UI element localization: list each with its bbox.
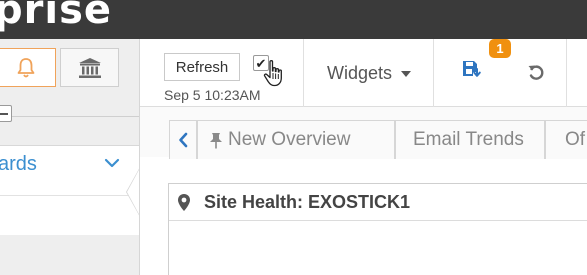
institution-button[interactable] [60,48,119,87]
sidebar-divider [0,145,139,146]
chevron-down-icon[interactable] [104,158,120,168]
sidebar-bottom [0,235,139,275]
widgets-dropdown-button[interactable]: Widgets [327,63,412,84]
sidebar: ards [0,39,139,275]
caret-down-icon [401,70,412,77]
save-all-icon[interactable] [462,60,482,80]
site-health-widget: Site Health: EXOSTICK1 [168,183,587,275]
tab-label: New Overview [228,129,351,150]
widgets-label: Widgets [327,63,393,83]
tab-other[interactable]: Of [545,120,587,159]
tab-new-overview[interactable]: New Overview [197,120,395,159]
widget-title: Site Health: EXOSTICK1 [204,191,411,212]
dashboard-tabs: New Overview Email Trends Of [140,107,587,159]
toolbar: Refresh ✔ Sep 5 10:23AM Widgets 1 [140,39,587,107]
toolbar-divider [303,39,304,107]
unsaved-count-badge: 1 [489,39,511,58]
sidebar-slider-track [0,116,139,117]
bell-icon [17,57,35,77]
notifications-button[interactable] [0,48,56,87]
bank-icon [78,57,101,78]
chevron-left-icon [179,132,188,148]
hand-cursor-icon [263,60,282,87]
tab-email-trends[interactable]: Email Trends [395,120,545,159]
brand-logo-text: prise [0,0,113,33]
refresh-button[interactable]: Refresh [164,53,240,81]
sidebar-divider [0,195,139,196]
tab-scroll-left-button[interactable] [169,120,197,159]
undo-icon[interactable] [527,63,545,81]
tab-label: Of [565,129,586,150]
top-bar: prise [0,0,587,39]
widget-header[interactable]: Site Health: EXOSTICK1 [169,184,587,221]
pin-icon [210,132,222,148]
toolbar-divider [433,39,434,107]
map-pin-icon [178,193,190,211]
tab-label: Email Trends [413,129,524,150]
toolbar-divider [566,39,567,107]
sidebar-slider-handle[interactable] [0,105,12,122]
sidebar-section-label[interactable]: ards [0,153,37,176]
last-refresh-timestamp: Sep 5 10:23AM [164,87,261,103]
